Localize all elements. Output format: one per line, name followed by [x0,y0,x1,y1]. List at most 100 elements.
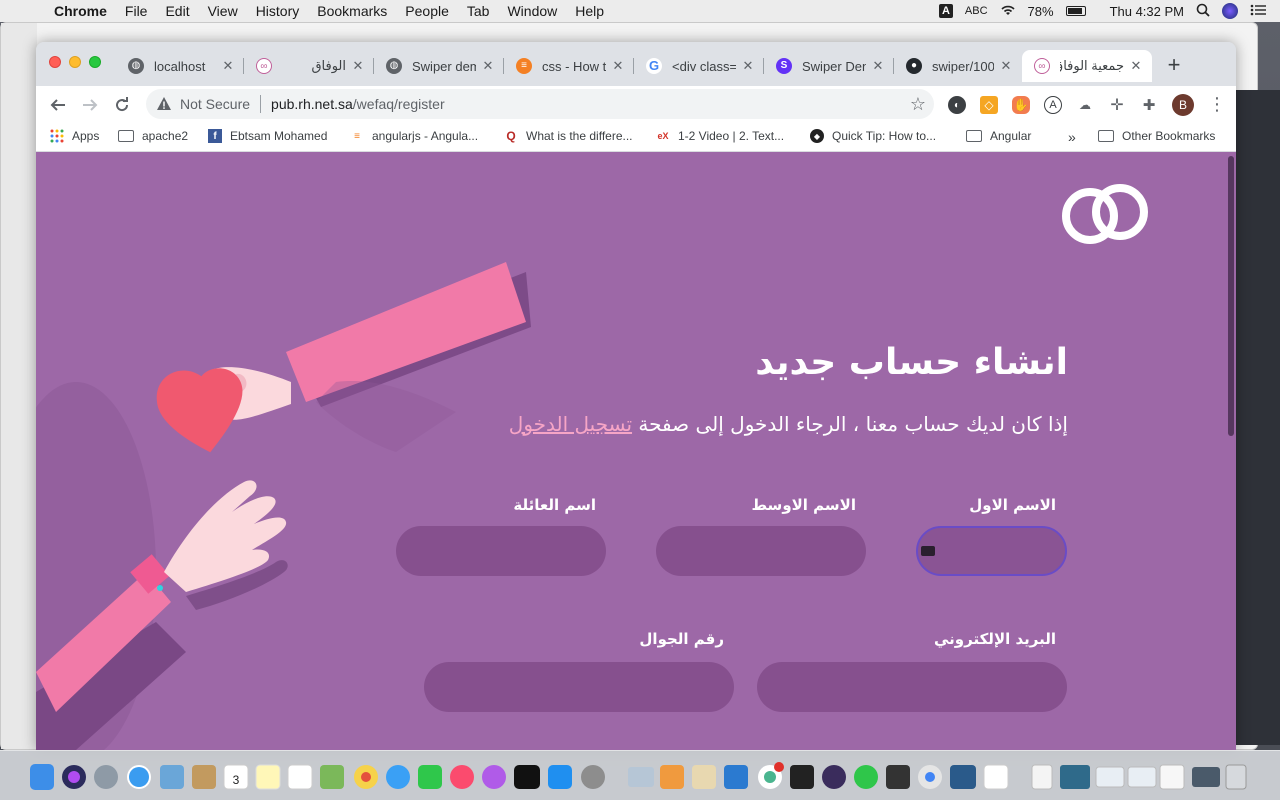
stackoverflow-icon: ≡ [354,130,360,142]
extension-move-icon[interactable]: ✛ [1108,96,1126,114]
warning-icon[interactable] [156,96,172,112]
menu-edit[interactable]: Edit [156,3,198,19]
extension-cloud-icon[interactable]: ☁ [1076,96,1094,114]
menu-app[interactable]: Chrome [54,3,116,19]
close-tab-icon[interactable]: ✕ [1128,58,1144,74]
close-window-button[interactable] [49,56,61,68]
keyboard-a-icon[interactable]: A [938,4,953,18]
tab-stackoverflow[interactable]: ≡ css - How t ✕ [504,50,634,82]
tab-github-swiper[interactable]: ● swiper/100 ✕ [894,50,1022,82]
dark-mode-extension-icon[interactable]: ◐ [948,96,966,114]
security-status[interactable]: Not Secure [180,96,250,112]
input-source[interactable]: ABC [965,5,988,17]
mobile-input[interactable] [424,662,734,712]
mobile-label: رقم الجوال [639,630,724,648]
bookmark-quora[interactable]: Q What is the differe... [504,129,632,143]
browser-toolbar: Not Secure pub.rh.net.sa /wefaq/register… [36,86,1236,124]
fullscreen-window-button[interactable] [89,56,101,68]
bookmark-angularjs[interactable]: ≡ angularjs - Angula... [350,129,478,143]
register-page: انشاء حساب جديد إذا كان لديك حساب معنا ،… [36,152,1236,750]
back-button[interactable] [42,89,74,121]
spotlight-icon[interactable] [1196,3,1210,20]
close-tab-icon[interactable]: ✕ [740,58,756,74]
bookmark-label: angularjs - Angula... [372,129,479,143]
extension-a-icon[interactable]: A [1044,96,1062,114]
bookmark-label: Other Bookmarks [1122,129,1216,143]
bookmark-label: Apps [72,129,100,143]
bookmark-star-icon[interactable]: ☆ [910,94,926,115]
close-tab-icon[interactable]: ✕ [350,58,366,74]
extension-hand-icon[interactable]: ✋ [1012,96,1030,114]
dock-icons[interactable]: 3 [0,750,1280,800]
tab-localhost[interactable]: ◍ localhost ✕ [116,50,244,82]
menu-tab[interactable]: Tab [458,3,499,19]
close-tab-icon[interactable]: ✕ [610,58,626,74]
notification-center-icon[interactable] [1250,4,1266,19]
subtitle-text: إذا كان لديك حساب معنا ، الرجاء الدخول إ… [638,412,1068,436]
battery-icon[interactable] [1065,6,1086,16]
first-name-input[interactable] [916,526,1067,576]
wifi-icon[interactable] [1000,4,1016,19]
close-tab-icon[interactable]: ✕ [220,58,236,74]
url-host: pub.rh.net.sa [271,96,353,112]
bookmark-other[interactable]: Other Bookmarks [1098,129,1215,143]
forward-button[interactable] [74,89,106,121]
new-tab-button[interactable]: + [1162,54,1186,78]
google-icon: G [646,58,662,74]
tab-google[interactable]: G <div class= ✕ [634,50,764,82]
bookmark-label: Ebtsam Mohamed [230,129,328,143]
bookmark-apache2[interactable]: apache2 [118,129,188,143]
tab-title: css - How t [542,58,606,74]
close-tab-icon[interactable]: ✕ [870,58,886,74]
tab-alwefaq[interactable]: ∞ الوفاق ✕ [244,50,374,82]
quora-icon: Q [506,129,516,143]
middle-name-input[interactable] [656,526,866,576]
bookmark-label: Angular [990,129,1032,143]
login-link[interactable]: تسجيل الدخول [509,412,632,436]
facebook-icon: f [208,129,222,143]
close-tab-icon[interactable]: ✕ [480,58,496,74]
chrome-window: ◍ localhost ✕ ∞ الوفاق ✕ ◍ Swiper dem ✕ … [36,42,1236,750]
family-name-input[interactable] [396,526,606,576]
background-window-right [1236,90,1280,745]
menu-file[interactable]: File [116,3,157,19]
family-name-label: اسم العائلة [513,496,596,514]
wefaq-logo-icon: ∞ [256,58,272,74]
extension-orange-icon[interactable]: ◇ [980,96,998,114]
menu-window[interactable]: Window [498,3,566,19]
minimize-window-button[interactable] [69,56,81,68]
tab-title: Swiper dem [412,58,476,74]
battery-percent[interactable]: 78% [1028,4,1054,19]
close-tab-icon[interactable]: ✕ [998,58,1014,74]
tutsplus-icon: ◆ [810,129,824,143]
tab-title: Swiper Den [802,58,866,74]
hands-heart-illustration [36,262,531,750]
menu-view[interactable]: View [199,3,247,19]
menu-bookmarks[interactable]: Bookmarks [308,3,396,19]
address-bar[interactable]: Not Secure pub.rh.net.sa /wefaq/register… [146,89,934,119]
siri-icon[interactable] [1222,3,1238,19]
bookmarks-overflow-chevron-icon[interactable]: » [1068,129,1076,145]
reload-button[interactable] [106,89,138,121]
tab-swiper-demo[interactable]: ◍ Swiper dem ✕ [374,50,504,82]
bookmark-quick-tip[interactable]: ◆ Quick Tip: How to... [810,129,936,143]
first-name-label: الاسم الاول [969,496,1056,514]
extensions-puzzle-icon[interactable]: ✚ [1140,96,1158,114]
bookmark-angular[interactable]: Angular [966,129,1031,143]
bookmark-edx[interactable]: eX 1-2 Video | 2. Text... [656,129,784,143]
chrome-menu-icon[interactable]: ⋮ [1208,94,1226,115]
email-input[interactable] [757,662,1067,712]
menu-history[interactable]: History [247,3,309,19]
tab-wefaq-association[interactable]: ∞ جمعية الوفاق ✕ [1022,50,1152,82]
tab-strip: ◍ localhost ✕ ∞ الوفاق ✕ ◍ Swiper dem ✕ … [36,42,1236,86]
contact-card-icon[interactable] [921,546,935,556]
clock[interactable]: Thu 4:32 PM [1110,4,1184,19]
menu-people[interactable]: People [396,3,458,19]
menu-help[interactable]: Help [566,3,613,19]
page-scrollbar[interactable] [1228,156,1234,436]
bookmark-ebtsam[interactable]: f Ebtsam Mohamed [208,129,327,143]
tab-swiper-demos[interactable]: S Swiper Den ✕ [764,50,894,82]
email-label: البريد الإلكتروني [934,630,1056,648]
profile-avatar[interactable]: B [1172,94,1194,116]
bookmark-apps[interactable]: Apps [50,129,99,143]
